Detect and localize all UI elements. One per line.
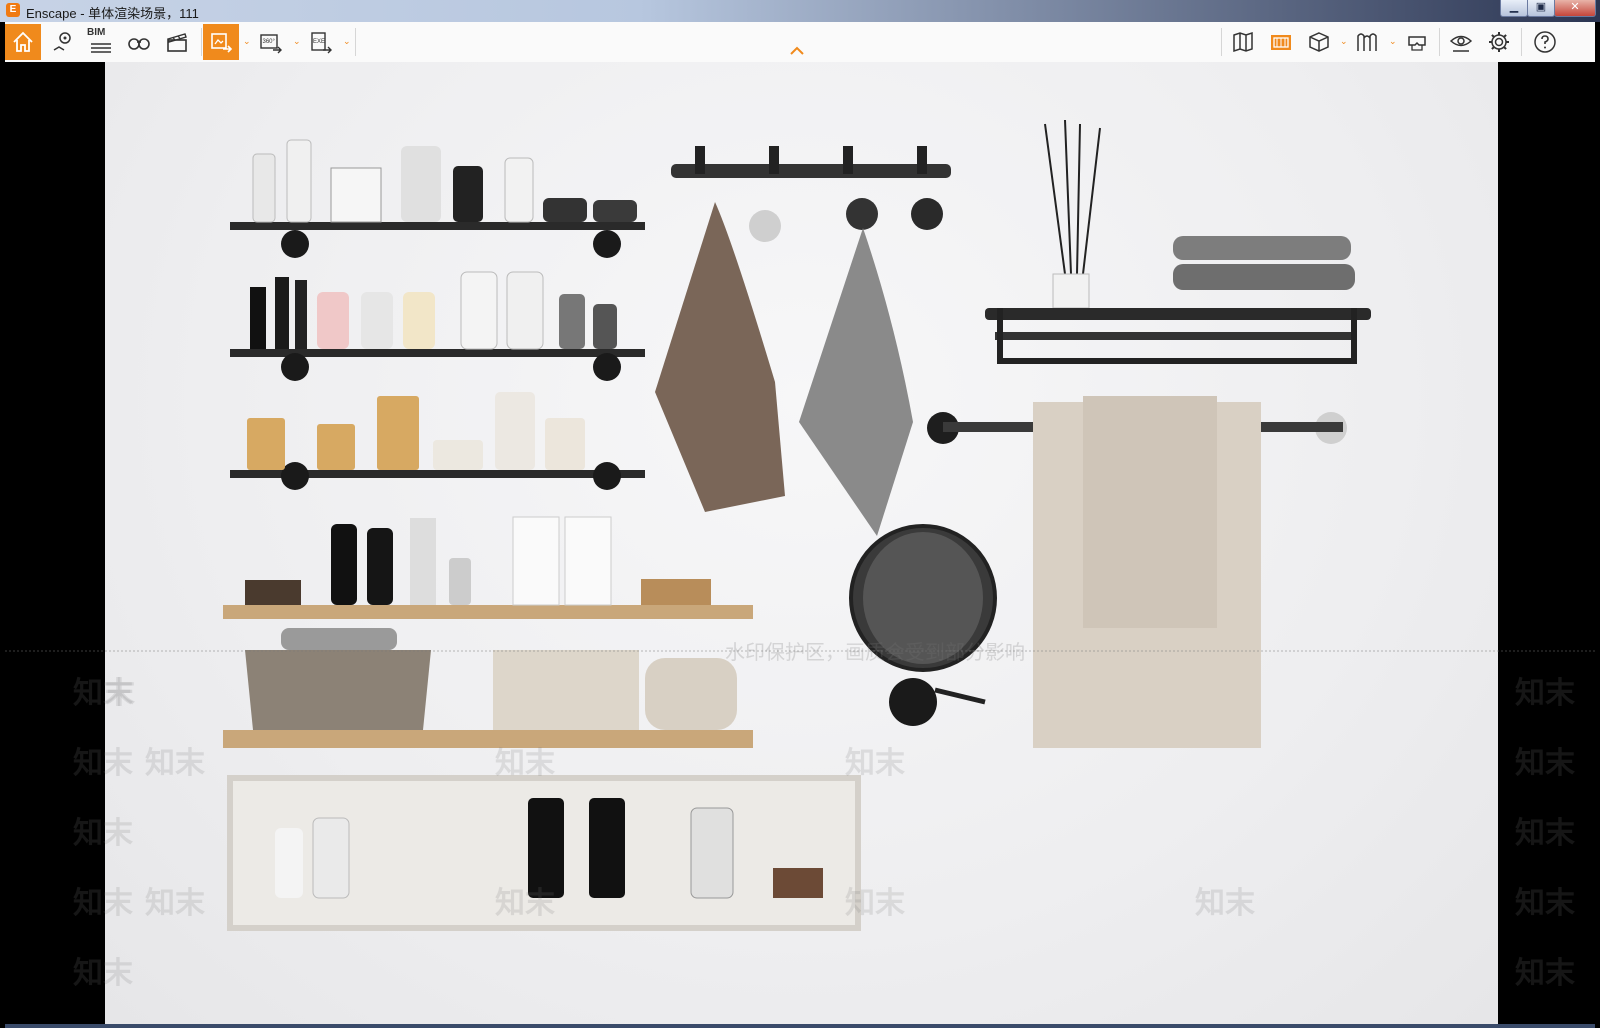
watermark-text: 知末	[73, 887, 133, 920]
wooden-shelf-2	[223, 628, 753, 748]
bim-label: BIM	[87, 27, 106, 38]
watermark-text: 知末	[145, 747, 205, 780]
render-screenshot-icon	[211, 33, 233, 53]
home-icon	[13, 31, 33, 52]
map-pin-button[interactable]	[45, 24, 81, 60]
vr-headset-button[interactable]	[1399, 24, 1435, 60]
panorama-label: 360°	[263, 39, 276, 45]
panorama-360-button[interactable]: 360°	[253, 24, 289, 60]
toolbar-separator	[1221, 28, 1222, 56]
watermark-text: 知末	[845, 747, 905, 780]
window-title: Enscape - 单体渲染场景，111	[26, 6, 199, 21]
enscape-logo-icon: E	[6, 3, 20, 17]
toolbar-separator	[201, 28, 202, 56]
toolbar-separator	[355, 28, 356, 56]
glass-shelf-1	[230, 139, 645, 258]
wooden-shelf-1	[223, 516, 753, 619]
video-editor-button[interactable]	[159, 24, 195, 60]
render-dropdown-caret[interactable]: ⌄	[243, 36, 251, 46]
rendered-scene-image: 知末 知末 知末 知末 知末 知末 知末 知末 水印保护区，画质会受到部分影响	[105, 62, 1498, 1024]
home-button[interactable]	[5, 24, 41, 60]
cube-icon	[1309, 32, 1329, 52]
minimize-button[interactable]: ▁	[1500, 0, 1528, 17]
watermark-text: 知末	[145, 887, 205, 920]
glass-shelf-3	[230, 392, 645, 490]
toolbar-separator	[1521, 28, 1522, 56]
panorama-360-icon: 360°	[260, 34, 282, 54]
atmosphere-icon	[1357, 33, 1377, 51]
map-pin-icon	[53, 32, 71, 51]
render-viewport[interactable]: 知末 知末 知末 知末 知末 知末 知末 知末 水印保护区，画质会受到部分影响 …	[5, 62, 1595, 1024]
watermark-text: 知末	[73, 817, 133, 850]
watermark-text: 知末	[73, 957, 133, 990]
watermark-text: 知末	[1515, 887, 1575, 920]
bathroom-accessories-render	[223, 119, 1371, 931]
render-screenshot-button[interactable]	[203, 24, 239, 60]
watermark-text: 知末	[1515, 677, 1575, 710]
atmosphere-dropdown-caret[interactable]: ⌄	[1389, 36, 1397, 46]
collapse-toolbar-chevron-icon[interactable]	[789, 46, 805, 56]
main-toolbar: BIM ⌄ 360° ⌄ EXE ⌄ ⌄ ⌄	[5, 22, 1595, 63]
close-button[interactable]: ✕	[1554, 0, 1596, 17]
cube-view-button[interactable]	[1301, 24, 1337, 60]
help-button[interactable]	[1527, 24, 1563, 60]
exe-label: EXE	[313, 39, 325, 45]
watermark-text: 知末	[1515, 817, 1575, 850]
watermark-text: 知末	[495, 887, 555, 920]
asset-library-button[interactable]	[1263, 24, 1299, 60]
towel-shelf-with-diffuser	[985, 119, 1371, 364]
visual-settings-button[interactable]	[1443, 24, 1479, 60]
asset-library-icon	[1271, 35, 1291, 50]
map-icon	[1233, 31, 1253, 53]
binoculars-icon	[128, 38, 150, 50]
export-dropdown-caret[interactable]: ⌄	[343, 36, 351, 46]
binoculars-button[interactable]	[121, 24, 157, 60]
glass-shelf-2	[230, 271, 645, 381]
panorama-dropdown-caret[interactable]: ⌄	[293, 36, 301, 46]
export-exe-button[interactable]: EXE	[303, 24, 339, 60]
vr-headset-icon	[1408, 36, 1426, 51]
watermark-text: 知末	[1515, 957, 1575, 990]
wall-mirror	[849, 524, 997, 726]
gear-icon	[1489, 32, 1509, 52]
bim-button[interactable]: BIM	[83, 24, 119, 60]
cube-dropdown-caret[interactable]: ⌄	[1340, 36, 1348, 46]
clapper-icon	[167, 33, 187, 52]
window-title-bar: E Enscape - 单体渲染场景，111 ▁ ▣ ✕	[0, 0, 1600, 22]
settings-button[interactable]	[1481, 24, 1517, 60]
atmosphere-button[interactable]	[1349, 24, 1385, 60]
watermark-text: 知末	[1515, 747, 1575, 780]
watermark-dotted-line	[5, 650, 1595, 653]
eye-visual-settings-icon	[1449, 35, 1473, 52]
watermark-text: 知末	[1195, 887, 1255, 920]
map-view-button[interactable]	[1225, 24, 1261, 60]
watermark-text: 知末	[73, 677, 133, 710]
watermark-text: 知末	[73, 747, 133, 780]
export-exe-icon: EXE	[311, 32, 332, 54]
help-icon	[1534, 31, 1556, 53]
window-bottom-border	[5, 1024, 1595, 1028]
maximize-button[interactable]: ▣	[1527, 0, 1555, 17]
watermark-text: 知末	[495, 747, 555, 780]
toolbar-separator	[1439, 28, 1440, 56]
watermark-text: 知末	[845, 887, 905, 920]
hook-rail-with-towels	[655, 146, 951, 536]
